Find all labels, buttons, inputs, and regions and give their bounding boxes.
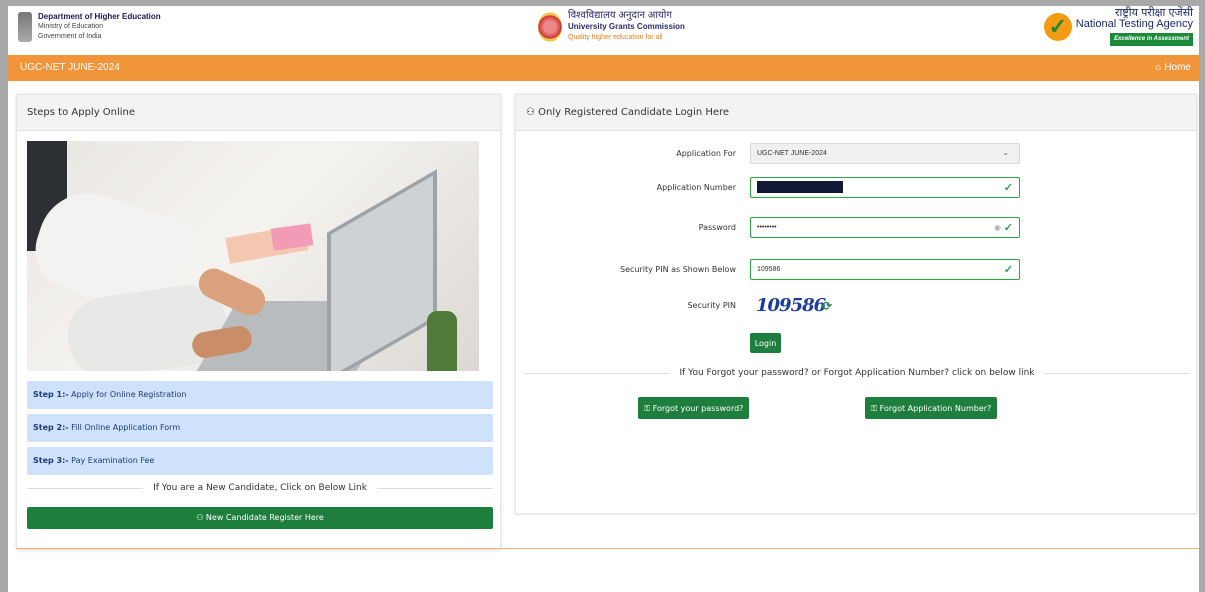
application-for-select[interactable]: UGC-NET JUNE-2024 ⌄	[750, 143, 1020, 164]
step-2: Step 2:- Fill Online Application Form	[27, 414, 493, 442]
dhe-line2: Government of India	[38, 33, 102, 40]
dhe-logo-block: Department of Higher Education Ministry …	[18, 12, 161, 42]
security-pin-input-row: Security PIN as Shown Below 109586 ✓	[516, 259, 1198, 281]
security-pin-row: Security PIN	[516, 295, 1198, 317]
step-3-num: Step 3:-	[33, 456, 69, 465]
new-candidate-text: If You are a New Candidate, Click on Bel…	[153, 483, 367, 493]
new-candidate-register-button[interactable]: ⚇ New Candidate Register Here	[27, 507, 493, 529]
user-icon: ⚇	[526, 107, 539, 118]
login-panel-title: ⚇ Only Registered Candidate Login Here	[516, 95, 1196, 131]
footer-divider	[16, 548, 1199, 549]
step-2-text: Fill Online Application Form	[68, 423, 181, 432]
forgot-password-label: Forgot your password?	[652, 404, 744, 413]
redacted-application-number	[757, 181, 843, 193]
forgot-divider: If You Forgot your password? or Forgot A…	[524, 366, 1190, 380]
security-pin-input-value: 109586	[757, 266, 781, 273]
national-emblem-icon	[18, 12, 32, 42]
password-value: ••••••••	[757, 224, 777, 231]
nta-logo-block: ✓ राष्ट्रीय परीक्षा एजेंसी National Test…	[1043, 8, 1193, 46]
step-2-num: Step 2:-	[33, 423, 69, 432]
key-icon: ⚿	[644, 404, 653, 413]
valid-check-icon: ✓	[1003, 222, 1013, 234]
security-pin-label: Security PIN	[687, 301, 736, 310]
home-link[interactable]: ⌂ Home	[1155, 62, 1191, 73]
home-label: Home	[1164, 62, 1191, 73]
ugc-logo-icon	[538, 11, 562, 42]
application-number-row: Application Number ✓	[516, 177, 1198, 199]
show-password-icon[interactable]: ◉	[994, 223, 1001, 232]
password-input[interactable]: •••••••• ◉ ✓	[750, 217, 1020, 238]
new-candidate-divider: If You are a New Candidate, Click on Bel…	[27, 479, 494, 497]
security-pin-input[interactable]: 109586 ✓	[750, 259, 1020, 280]
forgot-appnum-label: Forgot Application Number?	[879, 404, 992, 413]
login-button[interactable]: Login	[750, 333, 781, 353]
key-icon: ⚿	[871, 404, 880, 413]
dhe-line1: Ministry of Education	[38, 23, 103, 30]
application-for-value: UGC-NET JUNE-2024	[757, 150, 827, 157]
refresh-captcha-icon[interactable]: ⟳	[822, 299, 832, 313]
login-panel: ⚇ Only Registered Candidate Login Here A…	[515, 94, 1197, 514]
password-label: Password	[698, 223, 736, 232]
step-1: Step 1:- Apply for Online Registration	[27, 381, 493, 409]
laptop-photo	[27, 141, 479, 371]
application-for-label: Application For	[676, 149, 736, 158]
step-3-text: Pay Examination Fee	[68, 456, 155, 465]
application-number-input[interactable]: ✓	[750, 177, 1020, 198]
forgot-text: If You Forgot your password? or Forgot A…	[679, 368, 1035, 378]
home-icon: ⌂	[1155, 62, 1162, 73]
user-icon: ⚇	[196, 513, 206, 522]
nta-english-title: National Testing Agency	[1075, 18, 1193, 30]
ugc-logo-block: विश्वविद्यालय अनुदान आयोग University Gra…	[538, 10, 685, 43]
forgot-application-number-button[interactable]: ⚿ Forgot Application Number?	[865, 397, 998, 419]
chevron-down-icon: ⌄	[1002, 148, 1009, 157]
site-header: Department of Higher Education Ministry …	[8, 6, 1199, 55]
step-1-text: Apply for Online Registration	[68, 390, 187, 399]
valid-check-icon: ✓	[1003, 264, 1013, 276]
step-1-num: Step 1:-	[33, 390, 69, 399]
application-number-label: Application Number	[656, 183, 736, 192]
password-row: Password •••••••• ◉ ✓	[516, 217, 1198, 239]
security-pin-captcha: 109586	[756, 295, 826, 316]
step-3: Step 3:- Pay Examination Fee	[27, 447, 493, 475]
forgot-password-button[interactable]: ⚿ Forgot your password?	[638, 397, 750, 419]
security-pin-input-label: Security PIN as Shown Below	[620, 265, 736, 274]
login-title-text: Only Registered Candidate Login Here	[538, 107, 730, 118]
page-title: UGC-NET JUNE-2024	[20, 62, 120, 73]
register-button-label: New Candidate Register Here	[205, 513, 324, 522]
ugc-english-title: University Grants Commission	[568, 22, 685, 31]
steps-panel-title: Steps to Apply Online	[17, 95, 500, 131]
nta-check-icon: ✓	[1043, 13, 1072, 41]
nta-tagline: Excellence in Assessment	[1110, 33, 1193, 46]
nav-bar: UGC-NET JUNE-2024 ⌂ Home	[8, 55, 1199, 81]
ugc-hindi-title: विश्वविद्यालय अनुदान आयोग	[568, 10, 673, 21]
ugc-tagline: Quality higher education for all	[568, 34, 663, 41]
application-for-row: Application For UGC-NET JUNE-2024 ⌄	[516, 143, 1198, 165]
valid-check-icon: ✓	[1003, 182, 1013, 194]
dhe-title: Department of Higher Education	[38, 12, 161, 21]
steps-panel: Steps to Apply Online Step 1:- Apply for…	[16, 94, 501, 550]
